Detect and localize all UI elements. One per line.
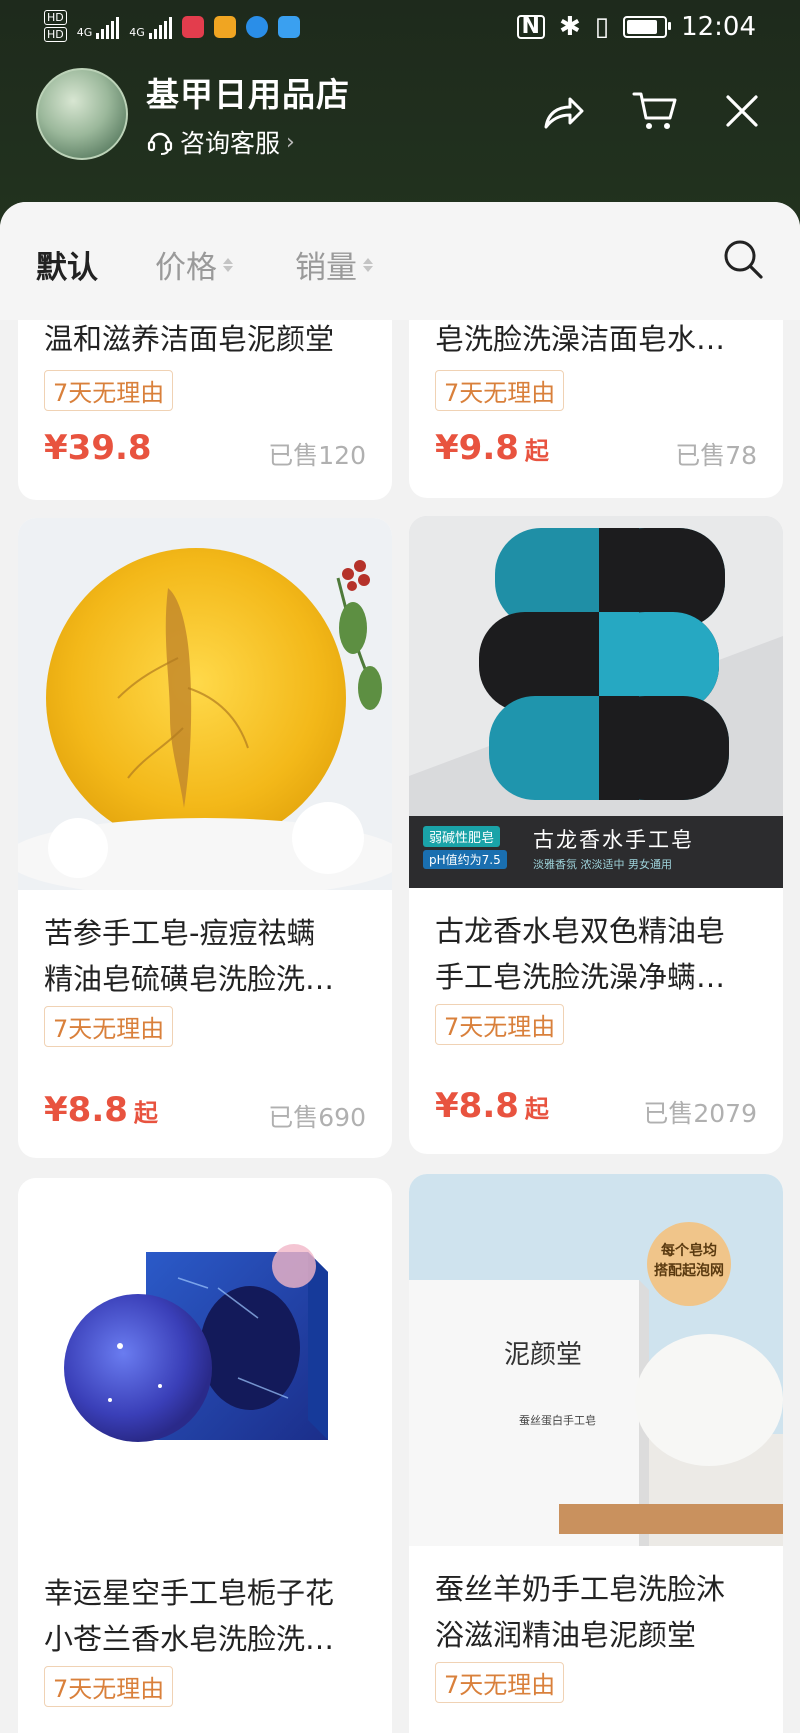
product-price: ¥9.8 起 [435,428,549,468]
product-price: ¥8.8 起 [435,1086,549,1126]
sold-count: 已售78 [675,441,757,470]
return-policy-tag: 7天无理由 [435,370,565,411]
price-from-label: 起 [524,437,549,465]
sort-default[interactable]: 默认 [36,242,98,287]
product-title: 温和滋养洁面皂泥颜堂 [44,322,335,356]
signal-2: 4G [129,15,172,39]
share-icon[interactable] [542,91,586,131]
nfc-icon: N [516,15,545,39]
return-policy-tag: 7天无理由 [44,1666,174,1707]
product-title-line: 小苍兰香水皂洗脸洗… [44,1622,335,1656]
ginseng-soap-image[interactable] [18,518,392,890]
price-value: ¥8.8 [435,1086,519,1126]
sold-count: 已售690 [268,1103,366,1132]
product-title-line: 幸运星空手工皂栀子花 [44,1576,335,1610]
caption-sub: 淡雅香氛 浓淡适中 男女通用 [533,858,672,871]
sold-count: 已售2079 [643,1099,757,1128]
sold-count: 已售120 [268,441,366,470]
caption-ph: pH值约为7.5 [423,850,507,869]
shop-avatar[interactable] [36,68,128,160]
headset-icon [147,132,173,155]
image-badge-line: 每个皂均 [661,1243,717,1259]
return-policy-tag: 7天无理由 [44,1006,174,1047]
sort-sales-label: 销量 [295,250,357,286]
product-card[interactable]: 每个皂均 搭配起泡网 泥颜堂 蚕丝蛋白手工皂 蚕丝羊奶手工皂洗脸沐 浴滋润精油皂… [409,1174,783,1733]
product-card[interactable]: 弱碱性肥皂 pH值约为7.5 古龙香水手工皂 淡雅香氛 浓淡适中 男女通用 古龙… [409,516,783,1154]
caption-name: 古龙香水手工皂 [533,828,694,852]
return-policy-tag: 7天无理由 [44,370,174,411]
product-card[interactable]: 温和滋养洁面皂泥颜堂 7天无理由 ¥39.8 已售120 [18,320,392,500]
clock: 12:04 [681,12,756,42]
sort-price[interactable]: 价格 [155,242,233,287]
signal-icon [148,15,172,39]
product-title-line: 浴滋润精油皂泥颜堂 [435,1618,697,1652]
chat-app-icon [277,16,300,38]
price-from-label: 起 [524,1095,549,1123]
silk-milk-soap-image[interactable] [409,1174,783,1546]
hd-badges: HD HD [44,10,67,44]
product-price: ¥39.8 [44,428,152,468]
sort-price-label: 价格 [155,250,217,286]
product-title-line: 苦参手工皂-痘痘祛螨 [44,916,316,950]
return-policy-tag: 7天无理由 [435,1004,565,1045]
product-title: 皂洗脸洗澡洁面皂水… [435,322,726,356]
product-title-line: 精油皂硫磺皂洗脸洗… [44,962,335,996]
product-title-line: 手工皂洗脸洗澡净螨… [435,960,726,994]
price-value: ¥9.8 [435,428,519,468]
image-badge-line: 搭配起泡网 [654,1263,724,1279]
sort-bar: 默认 价格 销量 [0,202,800,320]
price-value: ¥8.8 [44,1090,128,1130]
book-app-icon [181,16,204,38]
signal-1: 4G [77,15,120,39]
image-sub: 蚕丝蛋白手工皂 [519,1414,596,1427]
chevron-right-icon: › [286,129,295,155]
sort-sales[interactable]: 销量 [295,242,373,287]
consult-label: 咨询客服 [180,129,281,158]
gift-app-icon [213,16,236,38]
product-title-line: 蚕丝羊奶手工皂洗脸沐 [435,1572,726,1606]
battery-icon [623,16,672,38]
image-brand: 泥颜堂 [504,1340,583,1370]
sort-arrows-icon [223,257,233,272]
product-grid: 温和滋养洁面皂泥颜堂 7天无理由 ¥39.8 已售120 皂洗脸洗澡洁面皂水… … [0,320,800,1733]
product-card[interactable]: 苦参手工皂-痘痘祛螨 精油皂硫磺皂洗脸洗… 7天无理由 ¥8.8 起 已售690 [18,518,392,1158]
product-panel: 默认 价格 销量 温和滋养洁面皂泥颜堂 7天无理由 ¥39.8 已售120 皂洗… [0,202,800,1733]
close-icon[interactable] [724,93,760,129]
image-badge: 每个皂均 搭配起泡网 [649,1240,729,1280]
product-title-line: 古龙香水皂双色精油皂 [435,914,726,948]
starry-soap-image[interactable] [18,1178,392,1550]
signal-icon [96,15,120,39]
shop-info[interactable]: 基甲日用品店 咨询客服 › [36,68,350,160]
status-bar: HD HD 4G 4G N ✱ ▯ 12:04 [0,0,800,58]
sort-default-label: 默认 [36,250,98,286]
price-value: ¥39.8 [44,428,152,468]
bluetooth-icon: ✱ [558,12,581,42]
search-icon[interactable] [722,238,764,280]
product-card[interactable]: 幸运星空手工皂栀子花 小苍兰香水皂洗脸洗… 7天无理由 [18,1178,392,1733]
consult-service-link[interactable]: 咨询客服 › [146,124,350,160]
browser-app-icon [245,16,268,38]
vibrate-icon: ▯ [594,12,610,42]
product-price: ¥8.8 起 [44,1090,158,1130]
product-card[interactable]: 皂洗脸洗澡洁面皂水… 7天无理由 ¥9.8 起 已售78 [409,320,783,498]
image-caption: 弱碱性肥皂 pH值约为7.5 古龙香水手工皂 淡雅香氛 浓淡适中 男女通用 [409,816,783,888]
shop-name: 基甲日用品店 [146,75,350,114]
sort-arrows-icon [363,257,373,272]
caption-badge: 弱碱性肥皂 [423,826,501,847]
cart-icon[interactable] [632,90,678,132]
return-policy-tag: 7天无理由 [435,1662,565,1703]
price-from-label: 起 [133,1099,158,1127]
